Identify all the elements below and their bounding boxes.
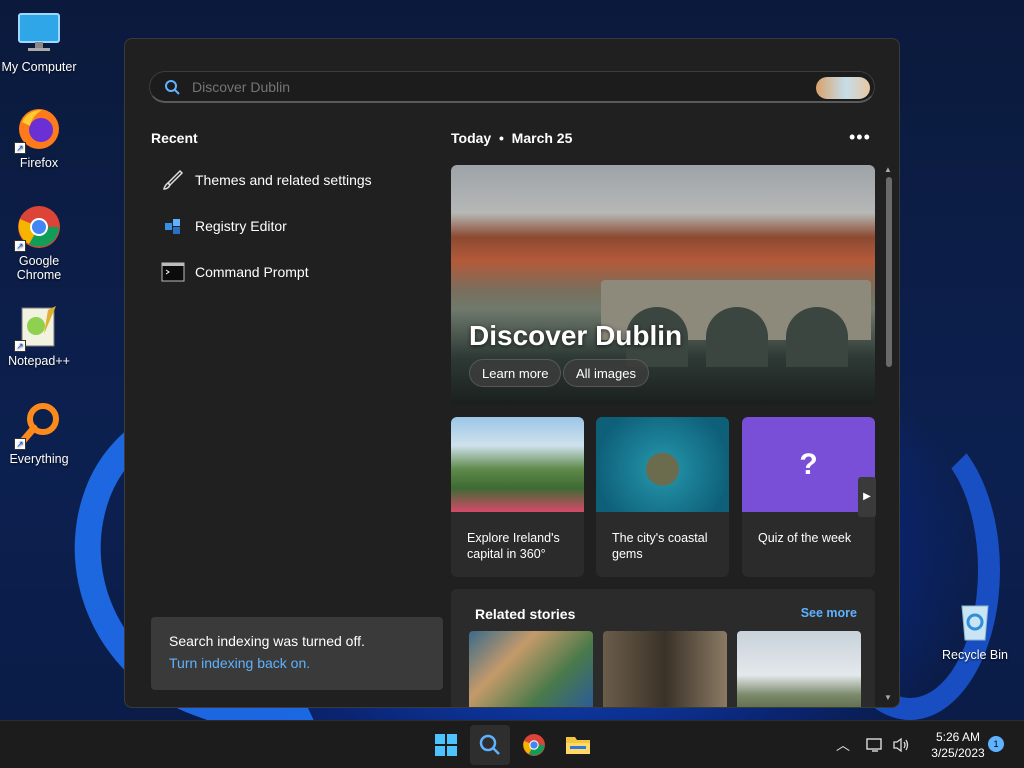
volume-icon[interactable] [892,721,910,768]
desktop-icon-label: Google Chrome [16,254,62,282]
card-image [596,417,729,512]
card-caption: The city's coastal gems [612,531,708,561]
shortcut-arrow-icon: ↗ [14,340,26,352]
more-options-button[interactable]: ••• [849,127,871,148]
card-quiz-of-week[interactable]: ? Quiz of the week [742,417,875,577]
related-stories: Related stories See more [451,589,875,707]
hero-card[interactable]: Discover Dublin Learn more All images [451,165,875,405]
today-label: Today [451,130,492,146]
search-highlight-thumbnail[interactable] [816,77,870,99]
desktop-icon-label: Everything [9,452,69,466]
notepadpp-icon: ↗ [14,304,62,352]
search-icon [165,80,180,95]
turn-indexing-on-link[interactable]: Turn indexing back on. [169,655,425,671]
folder-icon [566,737,590,754]
question-mark-icon: ? [799,447,818,481]
chevron-up-icon: ︿ [836,737,850,753]
desktop-icon-label: Notepad++ [8,354,70,368]
all-images-button[interactable]: All images [563,359,649,387]
today-date: March 25 [511,130,573,146]
hero-title: Discover Dublin [469,320,683,351]
taskbar: ︿ 5:26 AM 3/25/2023 [0,720,1024,768]
scrollbar-thumb[interactable] [886,177,892,367]
cmd-icon [151,260,195,284]
card-coastal-gems[interactable]: The city's coastal gems [596,417,729,577]
desktop-icon-label: Firefox [19,156,59,170]
taskbar-search-button[interactable] [470,725,510,765]
recent-item-label: Registry Editor [195,218,287,234]
recent-title: Recent [151,130,198,146]
recent-item-command-prompt[interactable]: Command Prompt [151,254,421,290]
shortcut-arrow-icon: ↗ [14,438,26,450]
today-header: Today • March 25 [451,130,573,146]
desktop-icon-label: Recycle Bin [942,648,1008,662]
brush-icon [151,168,195,192]
search-icon [479,734,500,755]
clock-date: 3/25/2023 [931,746,985,760]
card-image [451,417,584,512]
search-box[interactable] [149,71,875,103]
recent-item-label: Command Prompt [195,264,309,280]
search-panel: Recent Themes and related settings Regis… [124,38,900,708]
recycle-bin-icon [952,598,998,644]
shortcut-arrow-icon: ↗ [14,240,26,252]
related-stories-title: Related stories [475,606,576,622]
taskbar-file-explorer-button[interactable] [558,725,598,765]
card-caption: Quiz of the week [758,531,852,545]
recent-item-registry-editor[interactable]: Registry Editor [151,208,421,244]
search-input[interactable] [192,76,792,98]
hero-image-arch [706,307,768,367]
indexing-notice-text: Search indexing was turned off. [169,633,365,649]
desktop-icon-label: My Computer [1,60,77,74]
desktop-icon-recycle-bin[interactable]: Recycle Bin [936,598,1014,662]
firefox-icon: ↗ [14,106,62,154]
desktop-icon-my-computer[interactable]: My Computer [0,10,78,74]
notification-badge[interactable]: 1 [988,736,1004,752]
chrome-icon: ↗ [14,204,62,252]
scroll-up-icon[interactable]: ▲ [884,165,892,174]
desktop-icon-chrome[interactable]: ↗ Google Chrome [0,204,78,282]
start-button[interactable] [426,725,466,765]
recent-item-themes[interactable]: Themes and related settings [151,162,421,198]
registry-icon [151,214,195,238]
indexing-notice: Search indexing was turned off. Turn ind… [151,617,443,690]
desktop-icon-everything[interactable]: ↗ Everything [0,402,78,466]
cards-next-button[interactable]: ▶ [858,477,876,517]
network-icon[interactable] [866,721,884,768]
monitor-icon [16,10,62,56]
scroll-down-icon[interactable]: ▼ [884,693,892,702]
related-story-thumbnail[interactable] [603,631,727,707]
learn-more-button[interactable]: Learn more [469,359,562,387]
card-explore-ireland[interactable]: Explore Ireland's capital in 360° [451,417,584,577]
chrome-icon [523,734,545,756]
windows-logo-icon [435,734,457,756]
hero-image-arch [786,307,848,367]
taskbar-chrome-button[interactable] [514,725,554,765]
shortcut-arrow-icon: ↗ [14,142,26,154]
card-caption: Explore Ireland's capital in 360° [467,531,560,561]
desktop-icon-notepadpp[interactable]: ↗ Notepad++ [0,304,78,368]
scrollbar[interactable]: ▲ ▼ [883,165,895,705]
card-image: ? [742,417,875,512]
tray-overflow-button[interactable]: ︿ [836,721,850,768]
recent-item-label: Themes and related settings [195,172,372,188]
related-story-thumbnail[interactable] [469,631,593,707]
see-more-link[interactable]: See more [801,606,857,620]
desktop-icon-firefox[interactable]: ↗ Firefox [0,106,78,170]
chevron-right-icon: ▶ [863,491,871,502]
related-story-thumbnail[interactable] [737,631,861,707]
everything-icon: ↗ [14,402,62,450]
